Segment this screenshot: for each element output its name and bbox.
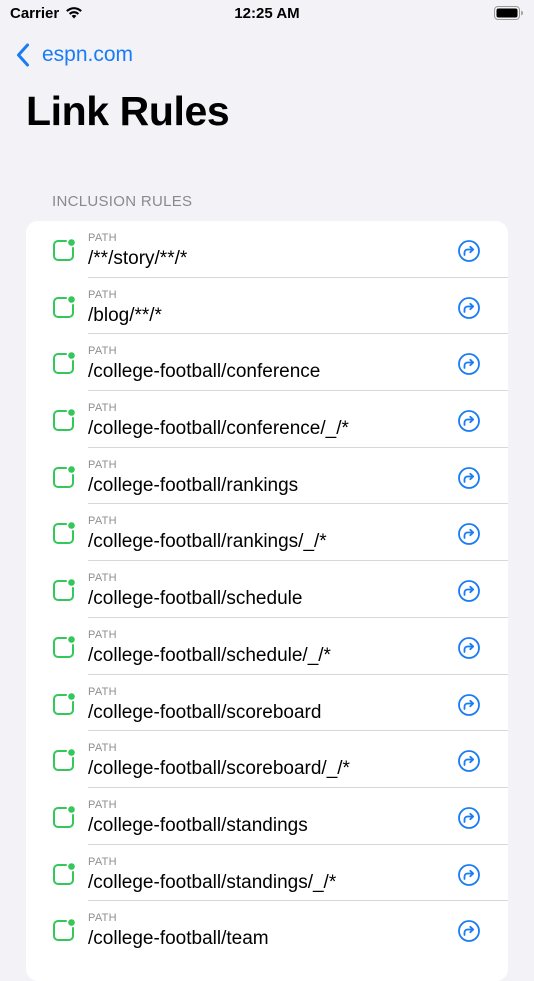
rule-kind-label: PATH bbox=[88, 572, 117, 585]
rule-path-value: /college-football/conference/_/* bbox=[88, 418, 349, 440]
rule-status-icon bbox=[53, 749, 75, 772]
rule-kind-label: PATH bbox=[88, 685, 117, 698]
rule-path-value: /college-football/standings bbox=[88, 814, 308, 836]
rule-status-icon bbox=[53, 465, 75, 488]
rule-path-value: /college-football/rankings/_/* bbox=[88, 531, 327, 553]
rule-row[interactable]: PATH /college-football/rankings/_/* bbox=[26, 504, 508, 561]
rule-row[interactable]: PATH /college-football/standings/_/* bbox=[26, 845, 508, 902]
rule-status-icon bbox=[53, 862, 75, 885]
rule-path-value: /college-football/scoreboard bbox=[88, 701, 322, 723]
rule-row[interactable]: PATH /college-football/scoreboard bbox=[26, 675, 508, 732]
open-arrow-icon[interactable] bbox=[457, 466, 481, 490]
rule-kind-label: PATH bbox=[88, 458, 117, 471]
rule-row[interactable]: PATH /college-football/standings bbox=[26, 788, 508, 845]
chevron-left-icon bbox=[17, 43, 29, 67]
rule-kind-label: PATH bbox=[88, 628, 117, 641]
rule-status-icon bbox=[53, 295, 75, 318]
back-label: espn.com bbox=[42, 43, 134, 66]
rule-status-icon bbox=[53, 352, 75, 375]
rule-status-icon bbox=[53, 239, 75, 261]
rule-kind-label: PATH bbox=[88, 515, 117, 528]
rule-kind-label: PATH bbox=[88, 402, 117, 415]
rules-list: PATH /**/story/**/* PATH /blog/**/* PATH… bbox=[26, 221, 508, 981]
rule-path-value: /blog/**/* bbox=[88, 304, 162, 326]
open-arrow-icon[interactable] bbox=[457, 296, 481, 320]
rule-row[interactable]: PATH /college-football/conference bbox=[26, 334, 508, 391]
rule-path-value: /college-football/standings/_/* bbox=[88, 871, 337, 893]
rule-status-icon bbox=[53, 522, 75, 545]
open-arrow-icon[interactable] bbox=[457, 919, 481, 943]
open-arrow-icon[interactable] bbox=[457, 806, 481, 830]
open-arrow-icon[interactable] bbox=[457, 863, 481, 887]
rule-row[interactable]: PATH /college-football/team bbox=[26, 901, 508, 958]
rule-path-value: /college-football/scoreboard/_/* bbox=[88, 758, 350, 780]
open-arrow-icon[interactable] bbox=[457, 693, 481, 717]
open-arrow-icon[interactable] bbox=[457, 749, 481, 773]
open-arrow-icon[interactable] bbox=[457, 636, 481, 660]
status-bar: Carrier 12:25 AM bbox=[0, 0, 534, 30]
rule-path-value: /college-football/schedule bbox=[88, 588, 303, 610]
battery-icon bbox=[494, 6, 523, 20]
open-arrow-icon[interactable] bbox=[457, 522, 481, 546]
rule-status-icon bbox=[53, 579, 75, 602]
back-button[interactable]: espn.com bbox=[16, 40, 133, 70]
rule-kind-label: PATH bbox=[88, 798, 117, 811]
rule-path-value: /college-football/conference bbox=[88, 361, 321, 383]
rule-kind-label: PATH bbox=[88, 912, 117, 925]
rule-kind-label: PATH bbox=[88, 345, 117, 358]
rule-status-icon bbox=[53, 636, 75, 658]
rule-row[interactable]: PATH /**/story/**/* bbox=[26, 221, 508, 278]
rule-kind-label: PATH bbox=[88, 288, 117, 301]
open-arrow-icon[interactable] bbox=[457, 409, 481, 433]
rule-kind-label: PATH bbox=[88, 742, 117, 755]
open-arrow-icon[interactable] bbox=[457, 239, 481, 263]
rule-kind-label: PATH bbox=[88, 232, 117, 244]
page-title: Link Rules bbox=[26, 88, 230, 134]
rule-path-value: /college-football/schedule/_/* bbox=[88, 644, 331, 666]
rule-status-icon bbox=[53, 409, 75, 432]
rule-status-icon bbox=[53, 806, 75, 828]
rule-row[interactable]: PATH /blog/**/* bbox=[26, 278, 508, 335]
rule-status-icon bbox=[53, 692, 75, 715]
status-time: 12:25 AM bbox=[234, 5, 300, 22]
rule-kind-label: PATH bbox=[88, 855, 117, 868]
section-header: INCLUSION RULES bbox=[52, 193, 193, 210]
rule-row[interactable]: PATH /college-football/schedule bbox=[26, 561, 508, 618]
rule-row[interactable]: PATH /college-football/scoreboard/_/* bbox=[26, 731, 508, 788]
rule-row[interactable]: PATH /college-football/rankings bbox=[26, 448, 508, 505]
open-arrow-icon[interactable] bbox=[457, 579, 481, 603]
rule-row[interactable]: PATH /college-football/conference/_/* bbox=[26, 391, 508, 448]
rule-path-value: /college-football/team bbox=[88, 928, 269, 950]
open-arrow-icon[interactable] bbox=[457, 352, 481, 376]
rule-path-value: /college-football/rankings bbox=[88, 474, 299, 496]
rule-row[interactable]: PATH /college-football/schedule/_/* bbox=[26, 618, 508, 675]
rule-status-icon bbox=[53, 919, 75, 942]
rule-path-value: /**/story/**/* bbox=[88, 248, 188, 269]
